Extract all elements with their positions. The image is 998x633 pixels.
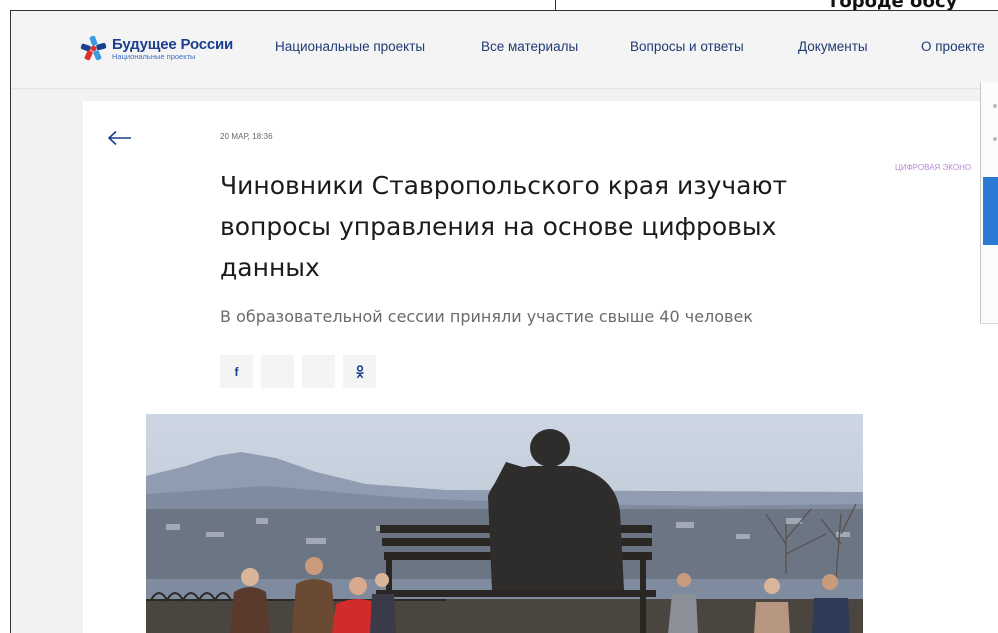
article-card: 20 МАР, 18:36 ЦИФРОВАЯ ЭКОНО Чиновники С… xyxy=(83,101,998,633)
overlay-marker xyxy=(993,104,997,108)
article-date: 20 МАР, 18:36 xyxy=(220,132,273,141)
odnoklassniki-icon xyxy=(355,364,364,378)
twitter-share-button[interactable] xyxy=(302,355,335,388)
logo-subtitle: Национальные проекты xyxy=(112,51,196,61)
article-category-tag[interactable]: ЦИФРОВАЯ ЭКОНО xyxy=(895,163,971,172)
facebook-share-button[interactable]: f xyxy=(220,355,253,388)
article-photo xyxy=(146,414,863,633)
nav-item-national-projects[interactable]: Национальные проекты xyxy=(275,39,425,54)
site-header: Будущее России Национальные проекты Наци… xyxy=(11,11,998,89)
overlay-marker xyxy=(993,137,997,141)
nav-item-about[interactable]: О проекте xyxy=(921,39,985,54)
nav-item-faq[interactable]: Вопросы и ответы xyxy=(630,39,744,54)
side-overlay-panel[interactable] xyxy=(980,82,998,324)
logo-title: Будущее России xyxy=(112,35,234,53)
nav-item-documents[interactable]: Документы xyxy=(798,39,868,54)
article-lead: В образовательной сессии приняли участие… xyxy=(220,307,753,326)
back-arrow-icon[interactable] xyxy=(107,130,133,146)
odnoklassniki-share-button[interactable] xyxy=(343,355,376,388)
vk-share-button[interactable] xyxy=(261,355,294,388)
nav-item-all-materials[interactable]: Все материалы xyxy=(481,39,578,54)
overlay-blue-button[interactable] xyxy=(983,177,998,245)
article-title: Чиновники Ставропольского края изучают в… xyxy=(220,171,788,282)
facebook-icon: f xyxy=(234,364,239,379)
logo-star-icon xyxy=(80,35,107,61)
share-buttons: f xyxy=(220,355,376,388)
article-photo-image xyxy=(146,414,863,633)
site-logo[interactable]: Будущее России Национальные проекты xyxy=(80,35,233,62)
browser-window: Будущее России Национальные проекты Наци… xyxy=(10,10,998,633)
